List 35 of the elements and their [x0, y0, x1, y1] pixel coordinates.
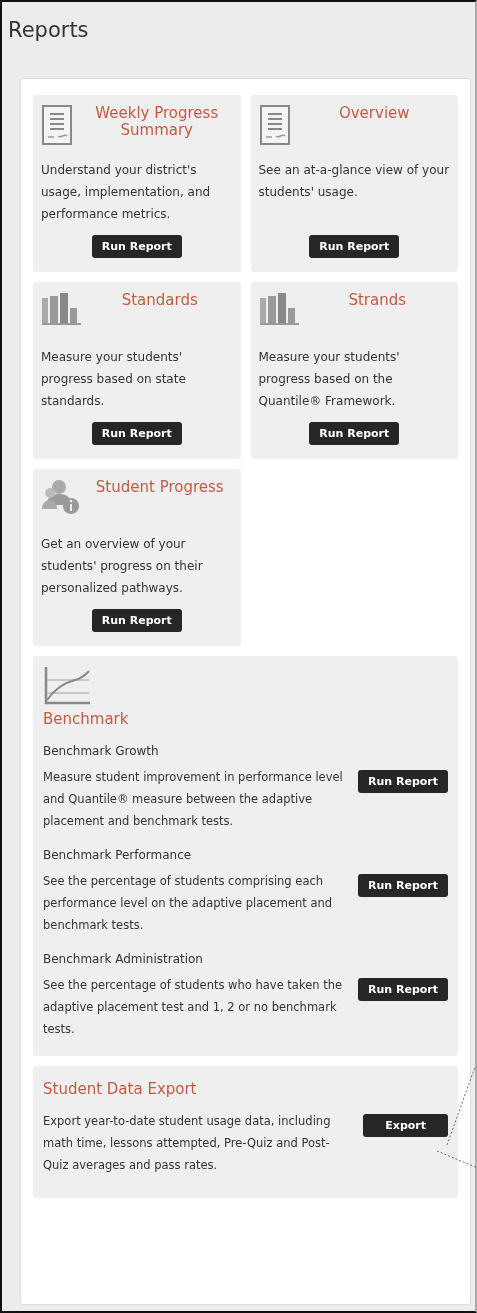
export-description: Export year-to-date student usage data, including math time, lessons attempted, Pre-Quiz and Post-Quiz averages and pass rates.: [43, 1113, 332, 1174]
document-icon: [258, 105, 293, 147]
line-chart-icon: [43, 666, 93, 706]
document-icon: [41, 105, 75, 147]
benchmark-description: See the percentage of students comprising each performance level on the adaptive placement and benchmark tests.: [43, 873, 334, 934]
run-report-button[interactable]: Run Report: [91, 609, 182, 632]
report-title: Student Progress: [94, 479, 225, 496]
report-title: Strands: [347, 292, 408, 309]
run-report-button[interactable]: Run Report: [309, 235, 400, 258]
benchmark-title: Benchmark: [43, 710, 130, 728]
export-title: Student Data Export: [43, 1080, 198, 1098]
page-title: Reports: [8, 18, 90, 44]
bar-chart-icon: [258, 292, 299, 326]
benchmark-description: See the percentage of students who have taken the adaptive placement test and 1, 2 or no benchmark tests.: [43, 977, 344, 1038]
run-report-button[interactable]: Run Report: [309, 422, 400, 445]
report-description: Measure your students' progress based on state standards.: [41, 349, 187, 410]
run-report-button[interactable]: Run Report: [358, 978, 448, 1001]
run-report-button[interactable]: Run Report: [358, 874, 448, 897]
report-title: Weekly Progress Summary: [94, 105, 220, 139]
benchmark-report-name: Benchmark Performance: [43, 847, 193, 864]
people-info-icon: [41, 479, 81, 515]
run-report-button[interactable]: Run Report: [91, 422, 182, 445]
report-description: Understand your district's usage, implementation, and performance metrics.: [41, 162, 212, 223]
benchmark-report-name: Benchmark Administration: [43, 951, 204, 968]
report-description: Get an overview of your students' progress on their personalized pathways.: [41, 536, 204, 597]
run-report-button[interactable]: Run Report: [91, 235, 182, 258]
report-title: Standards: [120, 292, 199, 309]
run-report-button[interactable]: Run Report: [358, 770, 448, 793]
benchmark-report-name: Benchmark Growth: [43, 743, 160, 760]
report-description: See an at-a-glance view of your students' usage.: [258, 162, 450, 201]
benchmark-description: Measure student improvement in performance level and Quantile® measure between the adaptive placement and benchmark tests.: [43, 769, 344, 830]
report-title: Overview: [337, 105, 411, 122]
report-description: Measure your students' progress based on the Quantile® Framework.: [258, 349, 401, 410]
bar-chart-icon: [41, 292, 81, 326]
export-button[interactable]: Export: [363, 1114, 448, 1137]
